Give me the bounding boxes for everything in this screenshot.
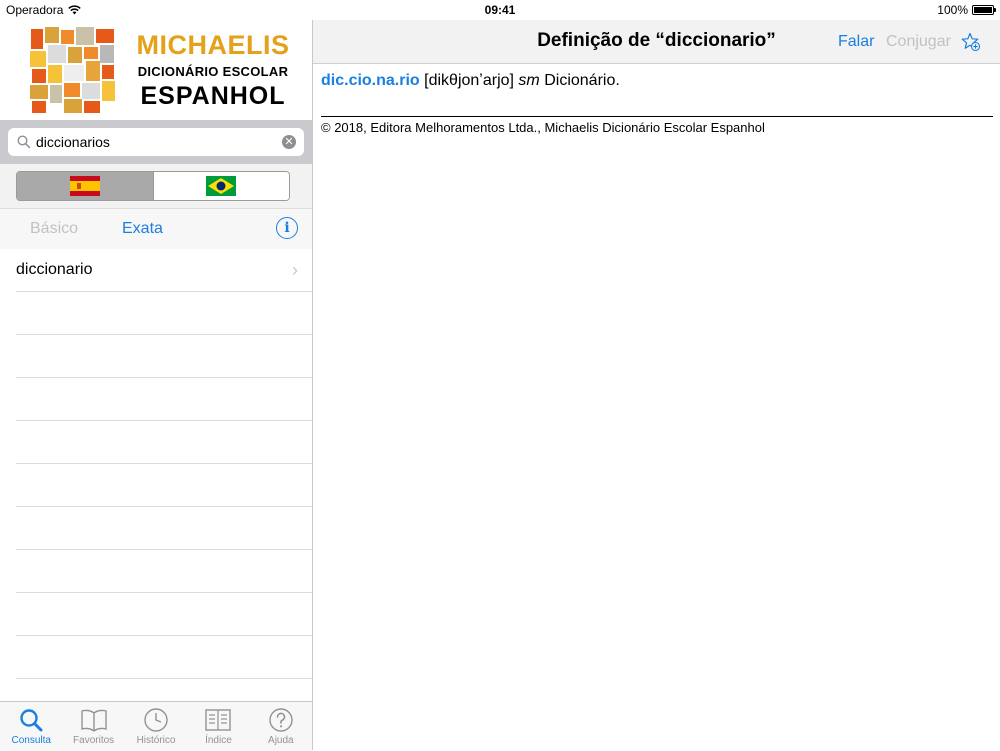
copyright-text: © 2018, Editora Melhoramentos Ltda., Mic… bbox=[321, 120, 765, 135]
language-segmented-control bbox=[16, 171, 290, 201]
battery-icon bbox=[972, 5, 996, 15]
sidebar: MICHAELIS DICIONÁRIO ESCOLAR ESPANHOL ✕ bbox=[0, 20, 313, 751]
logo-line3: ESPANHOL bbox=[140, 82, 286, 110]
tab-consulta[interactable]: Consulta bbox=[0, 702, 62, 751]
clock-icon bbox=[144, 708, 168, 732]
language-spanish-button[interactable] bbox=[17, 172, 153, 200]
conjugate-button[interactable]: Conjugar bbox=[886, 33, 951, 51]
tab-label: Histórico bbox=[136, 735, 176, 746]
mode-basic-button[interactable]: Básico bbox=[30, 220, 78, 238]
pronunciation: [dikθjonʼarjo] bbox=[424, 72, 514, 89]
divider bbox=[321, 116, 993, 117]
empty-row bbox=[16, 636, 312, 679]
search-bar: ✕ bbox=[0, 120, 312, 164]
empty-row bbox=[16, 507, 312, 550]
tab-bar: Consulta Favoritos Histórico Índice Ajud… bbox=[0, 701, 312, 751]
definition-entry: dic.cio.na.rio [dikθjonʼarjo] sm Dicioná… bbox=[321, 72, 620, 90]
detail-pane: Definição de “diccionario” Falar Conjuga… bbox=[313, 20, 1000, 750]
definition-text: Dicionário. bbox=[544, 72, 620, 89]
empty-row bbox=[16, 421, 312, 464]
list-item-label: diccionario bbox=[16, 261, 93, 278]
add-favorite-star-icon[interactable] bbox=[961, 32, 981, 52]
search-box[interactable]: ✕ bbox=[8, 128, 304, 156]
language-portuguese-button[interactable] bbox=[152, 172, 289, 200]
app-logo: MICHAELIS DICIONÁRIO ESCOLAR ESPANHOL bbox=[0, 20, 312, 120]
tab-favoritos[interactable]: Favoritos bbox=[62, 702, 124, 751]
empty-row bbox=[16, 378, 312, 421]
navigation-bar: Definição de “diccionario” Falar Conjuga… bbox=[313, 20, 1000, 64]
logo-line1: MICHAELIS bbox=[136, 30, 290, 60]
empty-row bbox=[16, 593, 312, 636]
search-icon bbox=[20, 709, 43, 732]
battery-status: 100% bbox=[937, 3, 996, 17]
logo-line2: DICIONÁRIO ESCOLAR bbox=[137, 64, 289, 79]
language-selector bbox=[0, 164, 312, 209]
battery-percent: 100% bbox=[937, 3, 968, 17]
empty-row bbox=[16, 292, 312, 335]
results-list: diccionario › bbox=[0, 249, 312, 701]
tab-ajuda[interactable]: Ajuda bbox=[250, 702, 312, 751]
book-icon bbox=[80, 709, 107, 732]
search-input[interactable] bbox=[36, 131, 276, 153]
chevron-right-icon: › bbox=[292, 260, 298, 280]
empty-row bbox=[16, 335, 312, 378]
tab-label: Consulta bbox=[11, 735, 51, 746]
logo-mosaic-icon bbox=[30, 27, 116, 113]
part-of-speech: sm bbox=[518, 72, 540, 89]
speak-button[interactable]: Falar bbox=[838, 33, 874, 51]
status-bar: Operadora 09:41 100% bbox=[0, 0, 1000, 20]
search-mode-bar: Básico Exata i bbox=[0, 209, 312, 249]
headword: dic.cio.na.rio bbox=[321, 72, 420, 89]
search-icon bbox=[17, 135, 31, 149]
mode-exact-button[interactable]: Exata bbox=[122, 220, 163, 238]
tab-label: Favoritos bbox=[73, 735, 115, 746]
tab-historico[interactable]: Histórico bbox=[125, 702, 187, 751]
list-item[interactable]: diccionario › bbox=[16, 249, 312, 292]
clear-search-icon[interactable]: ✕ bbox=[282, 135, 296, 149]
empty-row bbox=[16, 550, 312, 593]
tab-indice[interactable]: Índice bbox=[187, 702, 249, 751]
clock: 09:41 bbox=[484, 3, 516, 17]
help-icon bbox=[269, 708, 293, 732]
index-icon bbox=[205, 709, 232, 731]
info-icon[interactable]: i bbox=[276, 217, 298, 239]
spain-flag-icon bbox=[69, 176, 100, 196]
tab-label: Ajuda bbox=[268, 735, 294, 746]
logo-text: MICHAELIS DICIONÁRIO ESCOLAR ESPANHOL bbox=[128, 30, 298, 110]
brazil-flag-icon bbox=[206, 176, 237, 196]
tab-label: Índice bbox=[205, 735, 232, 746]
empty-row bbox=[16, 464, 312, 507]
